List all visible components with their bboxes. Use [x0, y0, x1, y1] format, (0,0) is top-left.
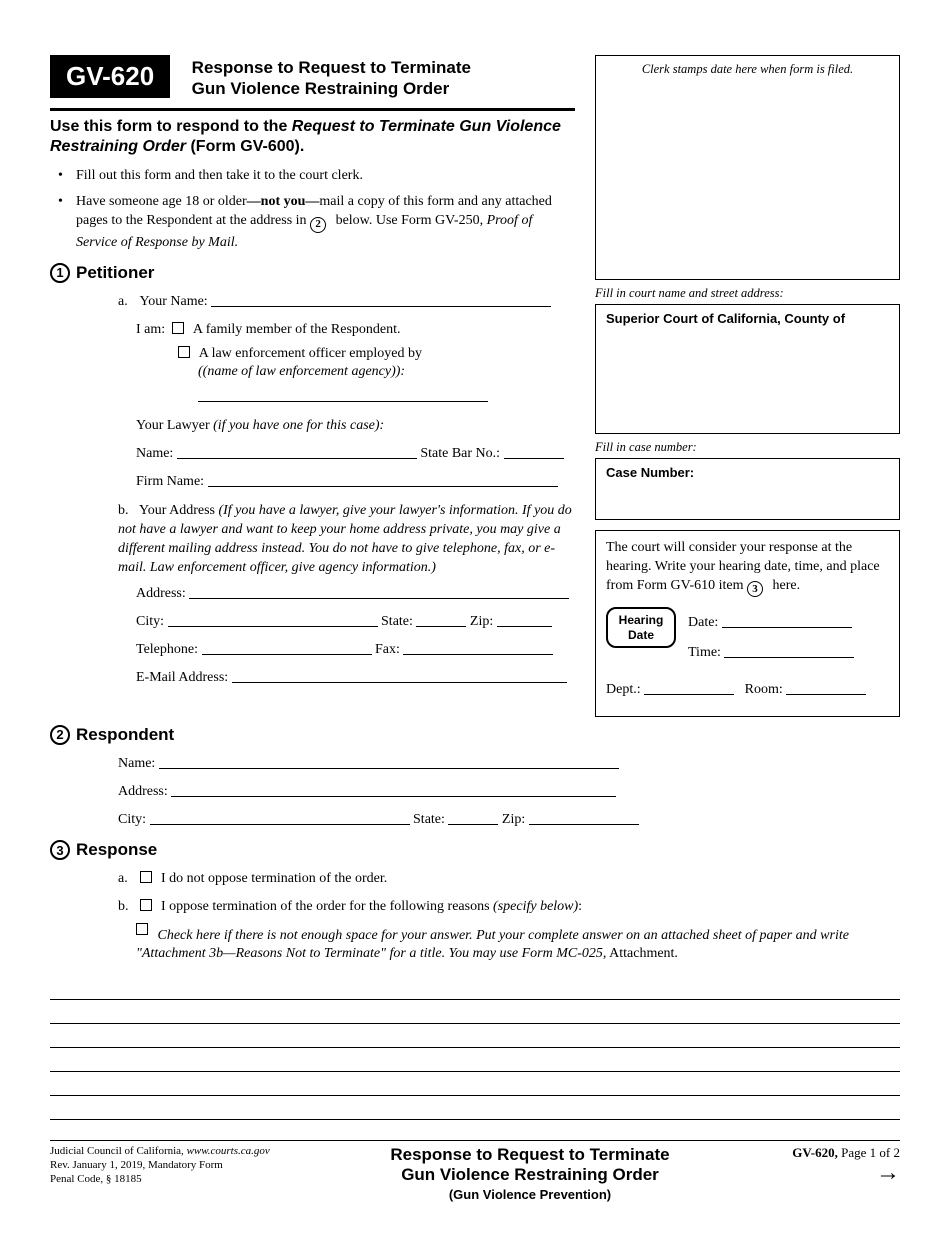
email-label: E-Mail Address:: [136, 665, 228, 690]
respondent-name-input[interactable]: [159, 753, 619, 768]
your-name-input[interactable]: [211, 291, 551, 306]
email-input[interactable]: [232, 668, 567, 683]
attachment-instruction: Check here if there is not enough space …: [136, 928, 849, 962]
clerk-stamp-box: Clerk stamps date here when form is file…: [595, 55, 900, 280]
lawyer-heading: Your Lawyer: [136, 418, 213, 433]
respondent-zip-label: Zip:: [502, 807, 525, 832]
bar-no-input[interactable]: [504, 443, 564, 458]
checkbox-family-member[interactable]: [172, 322, 184, 334]
lawyer-name-input[interactable]: [177, 443, 417, 458]
agency-name-hint: ((name of law enforcement agency)):: [178, 364, 405, 379]
i-am-label: I am:: [136, 317, 165, 342]
section-2-heading: 2 Respondent: [50, 725, 900, 745]
dept-label: Dept.:: [606, 677, 641, 702]
footer-rule: [50, 1140, 900, 1141]
respondent-zip-input[interactable]: [529, 810, 639, 825]
sub-3b-label: b.: [118, 894, 136, 919]
circle-2-inline: 2: [310, 217, 326, 233]
hearing-box: The court will consider your response at…: [595, 530, 900, 717]
section-3-number: 3: [50, 840, 70, 860]
header-rule: [50, 108, 575, 111]
respondent-state-input[interactable]: [448, 810, 498, 825]
bullet-1: Fill out this form and then take it to t…: [56, 166, 575, 186]
section-1-heading: 1 Petitioner: [50, 263, 575, 283]
checkbox-oppose[interactable]: [140, 899, 152, 911]
fax-input[interactable]: [403, 640, 553, 655]
footer-subtitle: (Gun Violence Prevention): [310, 1187, 750, 1202]
form-code-badge: GV-620: [50, 55, 170, 98]
response-lines[interactable]: [50, 976, 900, 1120]
instruction-list: Fill out this form and then take it to t…: [50, 166, 575, 252]
hearing-date-label: Date:: [688, 610, 718, 637]
circle-3-inline: 3: [747, 581, 763, 597]
not-oppose-text: I do not oppose termination of the order…: [161, 871, 387, 886]
city-input[interactable]: [168, 611, 378, 626]
zip-input[interactable]: [497, 611, 552, 626]
bar-no-label: State Bar No.:: [420, 441, 500, 466]
law-enforcement-text: A law enforcement officer employed by: [199, 346, 422, 361]
respondent-name-label: Name:: [118, 751, 155, 776]
checkbox-not-oppose[interactable]: [140, 871, 152, 883]
form-title: Response to Request to Terminate Gun Vio…: [192, 55, 471, 100]
footer-title-1: Response to Request to Terminate: [310, 1145, 750, 1165]
case-number-label: Fill in case number:: [595, 440, 900, 455]
footer: Judicial Council of California, www.cour…: [50, 1145, 900, 1202]
oppose-text: I oppose termination of the order for th…: [161, 899, 582, 914]
court-box[interactable]: Superior Court of California, County of: [595, 304, 900, 434]
lawyer-name-label: Name:: [136, 441, 173, 466]
address-label: Address:: [136, 581, 186, 606]
sub-3a-label: a.: [118, 866, 136, 891]
respondent-city-input[interactable]: [150, 810, 410, 825]
family-member-text: A family member of the Respondent.: [193, 322, 401, 337]
footer-title-2: Gun Violence Restraining Order: [310, 1165, 750, 1185]
respondent-address-input[interactable]: [171, 781, 616, 796]
hearing-date-input[interactable]: [722, 613, 852, 628]
respondent-address-label: Address:: [118, 779, 168, 804]
dept-input[interactable]: [644, 680, 734, 695]
your-name-label: Your Name:: [140, 289, 208, 314]
room-label: Room:: [745, 677, 783, 702]
zip-label: Zip:: [470, 609, 493, 634]
case-number-box[interactable]: Case Number:: [595, 458, 900, 520]
state-input[interactable]: [416, 611, 466, 626]
intro-heading: Use this form to respond to the Request …: [50, 117, 575, 159]
bullet-2: Have someone age 18 or older—not you—mai…: [56, 192, 575, 253]
sub-1a-label: a.: [118, 289, 136, 314]
telephone-label: Telephone:: [136, 637, 198, 662]
section-2-number: 2: [50, 725, 70, 745]
telephone-input[interactable]: [202, 640, 372, 655]
city-label: City:: [136, 609, 164, 634]
hearing-time-input[interactable]: [724, 642, 854, 657]
arrow-icon: →: [750, 1161, 900, 1185]
firm-name-input[interactable]: [208, 471, 558, 486]
section-3-heading: 3 Response: [50, 840, 900, 860]
state-label: State:: [381, 609, 413, 634]
attachment-instruction-tail: Attachment.: [609, 946, 678, 961]
agency-name-input[interactable]: [198, 387, 488, 402]
hearing-time-label: Time:: [688, 640, 721, 667]
fax-label: Fax:: [375, 637, 400, 662]
court-address-label: Fill in court name and street address:: [595, 286, 900, 301]
room-input[interactable]: [786, 680, 866, 695]
hearing-date-badge: HearingDate: [606, 607, 676, 648]
respondent-state-label: State:: [413, 807, 445, 832]
section-1-number: 1: [50, 263, 70, 283]
address-input[interactable]: [189, 583, 569, 598]
address-heading: Your Address: [139, 503, 218, 518]
checkbox-law-enforcement[interactable]: [178, 346, 190, 358]
checkbox-attachment[interactable]: [136, 923, 148, 935]
respondent-city-label: City:: [118, 807, 146, 832]
firm-name-label: Firm Name:: [136, 469, 204, 494]
sub-1b-label: b.: [118, 502, 136, 521]
